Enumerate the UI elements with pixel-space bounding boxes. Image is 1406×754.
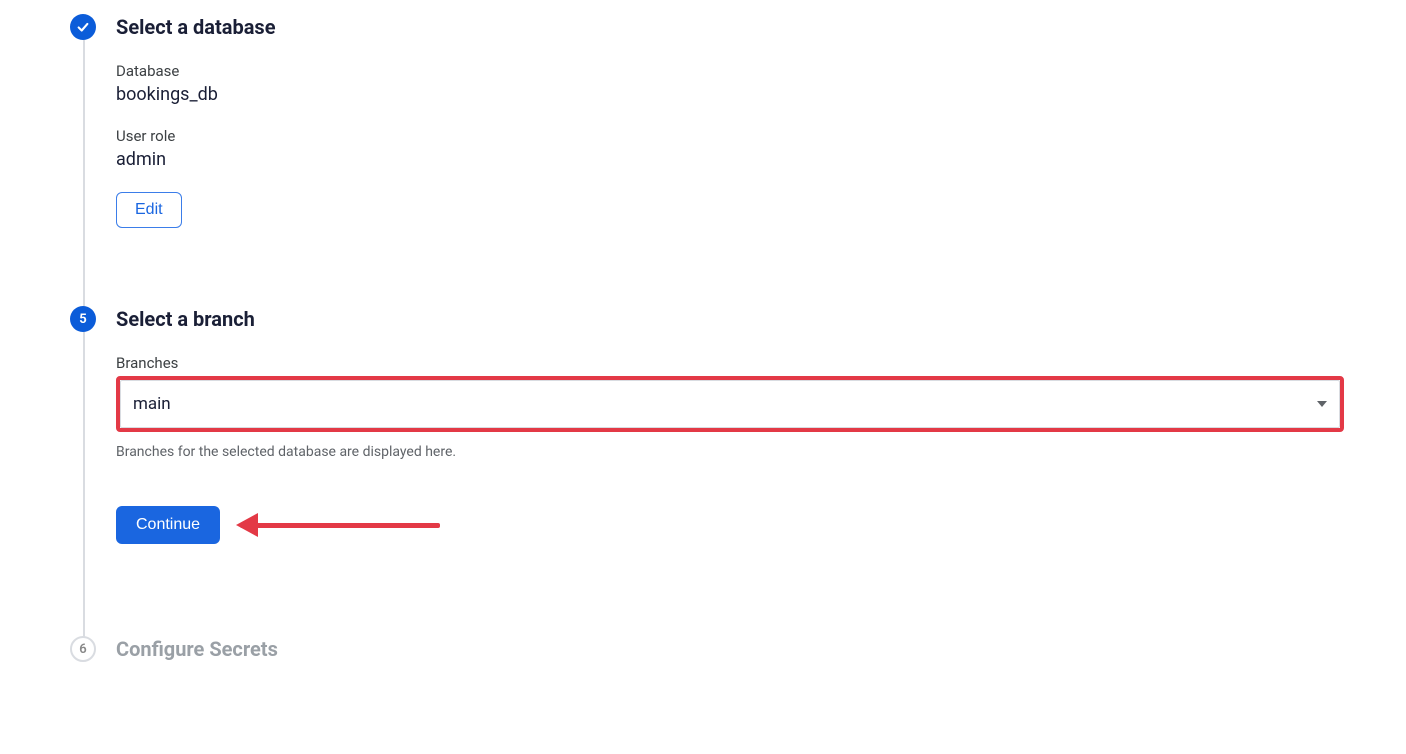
step-select-branch: 5 Select a branch Branches main Branches… — [70, 306, 1344, 544]
arrow-line — [240, 523, 440, 528]
step-title: Select a branch — [116, 306, 1344, 332]
step-configure-secrets: 6 Configure Secrets — [70, 636, 1344, 662]
database-field-label: Database — [116, 62, 1344, 80]
branch-select-highlight: main — [116, 376, 1344, 432]
annotation-arrow — [240, 519, 460, 531]
user-role-field-value: admin — [116, 149, 1344, 170]
continue-row: Continue — [116, 506, 1344, 544]
database-field-value: bookings_db — [116, 84, 1344, 105]
step-badge-complete — [70, 14, 96, 40]
step-select-database: Select a database Database bookings_db U… — [70, 14, 1344, 228]
stepper-wizard: Select a database Database bookings_db U… — [70, 14, 1344, 662]
branches-field-label: Branches — [116, 354, 1344, 372]
branches-helper-text: Branches for the selected database are d… — [116, 444, 1344, 460]
step-body-database: Database bookings_db User role admin Edi… — [116, 62, 1344, 228]
user-role-field-label: User role — [116, 127, 1344, 145]
step-badge-active: 5 — [70, 306, 96, 332]
continue-button[interactable]: Continue — [116, 506, 220, 544]
branch-select-value: main — [133, 394, 171, 414]
step-badge-pending: 6 — [70, 636, 96, 662]
arrow-head-icon — [236, 513, 258, 537]
check-icon — [76, 20, 90, 34]
step-title: Configure Secrets — [116, 636, 1344, 662]
edit-button[interactable]: Edit — [116, 192, 182, 228]
chevron-down-icon — [1317, 401, 1327, 407]
branch-select[interactable]: main — [120, 380, 1340, 428]
step-title: Select a database — [116, 14, 1344, 40]
step-body-branch: Branches main Branches for the selected … — [116, 354, 1344, 544]
